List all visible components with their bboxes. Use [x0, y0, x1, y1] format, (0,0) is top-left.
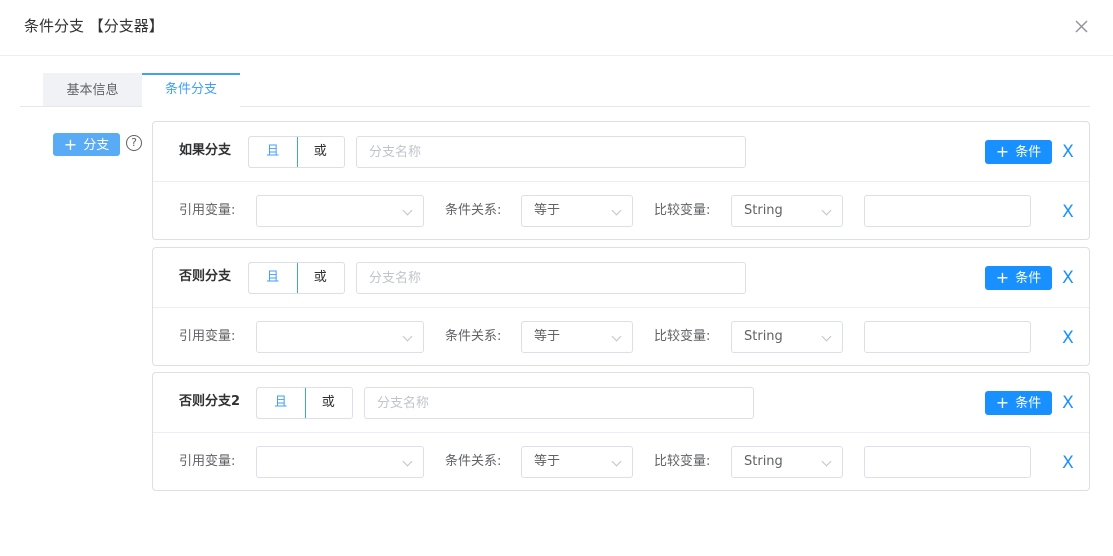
branch-card: 否则分支2 且 或 + 条件 X 引用变量: 条件关系: 等于 比较变量: Str…	[152, 372, 1090, 491]
compare-type-select[interactable]: String	[731, 195, 843, 227]
add-condition-label: 条件	[1015, 396, 1042, 411]
delete-branch-icon[interactable]: X	[1060, 394, 1076, 412]
logic-or-option[interactable]: 或	[297, 137, 345, 167]
logic-and-option[interactable]: 且	[249, 263, 298, 293]
compare-type-value: String	[744, 454, 783, 469]
tab-condition-branch[interactable]: 条件分支	[142, 73, 240, 107]
chevron-down-icon	[821, 456, 832, 467]
add-condition-label: 条件	[1015, 271, 1042, 286]
ref-var-select[interactable]	[256, 195, 424, 227]
divider	[153, 307, 1089, 308]
help-icon[interactable]: ?	[126, 135, 142, 151]
compare-type-select[interactable]: String	[731, 446, 843, 478]
ref-var-label: 引用变量:	[179, 454, 236, 469]
relation-select[interactable]: 等于	[521, 446, 633, 478]
logic-toggle: 且 或	[256, 387, 353, 419]
ref-var-select[interactable]	[256, 446, 424, 478]
logic-toggle: 且 或	[248, 136, 345, 168]
plus-icon: +	[995, 268, 1010, 287]
logic-and-option[interactable]: 且	[249, 137, 298, 167]
add-condition-label: 条件	[1015, 145, 1042, 160]
compare-value-input[interactable]	[864, 446, 1031, 478]
add-condition-button[interactable]: + 条件	[985, 391, 1052, 415]
relation-select[interactable]: 等于	[521, 195, 633, 227]
logic-or-option[interactable]: 或	[305, 388, 353, 418]
relation-value: 等于	[534, 203, 561, 218]
add-condition-button[interactable]: + 条件	[985, 140, 1052, 164]
chevron-down-icon	[611, 331, 622, 342]
chevron-down-icon	[821, 205, 832, 216]
dialog-title: 条件分支 【分支器】	[24, 17, 164, 35]
delete-condition-icon[interactable]: X	[1060, 203, 1076, 221]
compare-label: 比较变量:	[654, 203, 711, 218]
relation-label: 条件关系:	[445, 203, 502, 218]
chevron-down-icon	[402, 456, 413, 467]
branch-card: 如果分支 且 或 + 条件 X 引用变量: 条件关系: 等于 比较变量: Stri…	[152, 121, 1090, 240]
dialog-header: 条件分支 【分支器】	[0, 0, 1113, 56]
add-condition-button[interactable]: + 条件	[985, 266, 1052, 290]
branch-name-input[interactable]	[364, 387, 754, 419]
add-branch-button[interactable]: + 分支	[53, 133, 120, 156]
delete-branch-icon[interactable]: X	[1060, 269, 1076, 287]
plus-icon: +	[995, 393, 1010, 412]
delete-branch-icon[interactable]: X	[1060, 143, 1076, 161]
delete-condition-icon[interactable]: X	[1060, 454, 1076, 472]
relation-label: 条件关系:	[445, 329, 502, 344]
divider	[153, 181, 1089, 182]
ref-var-select[interactable]	[256, 321, 424, 353]
chevron-down-icon	[611, 205, 622, 216]
tab-bar: 基本信息 条件分支	[20, 73, 1090, 107]
chevron-down-icon	[611, 456, 622, 467]
delete-condition-icon[interactable]: X	[1060, 329, 1076, 347]
compare-label: 比较变量:	[654, 329, 711, 344]
close-icon[interactable]	[1072, 17, 1092, 37]
plus-icon: +	[63, 135, 78, 154]
ref-var-label: 引用变量:	[179, 203, 236, 218]
compare-type-value: String	[744, 329, 783, 344]
branch-name-label: 否则分支	[179, 269, 232, 284]
chevron-down-icon	[402, 331, 413, 342]
relation-label: 条件关系:	[445, 454, 502, 469]
relation-value: 等于	[534, 329, 561, 344]
relation-value: 等于	[534, 454, 561, 469]
add-branch-label: 分支	[83, 138, 110, 153]
compare-type-value: String	[744, 203, 783, 218]
branch-name-label: 否则分支2	[179, 394, 241, 409]
branch-card: 否则分支 且 或 + 条件 X 引用变量: 条件关系: 等于 比较变量: Stri…	[152, 247, 1090, 366]
chevron-down-icon	[402, 205, 413, 216]
ref-var-label: 引用变量:	[179, 329, 236, 344]
compare-value-input[interactable]	[864, 195, 1031, 227]
logic-or-option[interactable]: 或	[297, 263, 345, 293]
relation-select[interactable]: 等于	[521, 321, 633, 353]
chevron-down-icon	[821, 331, 832, 342]
compare-label: 比较变量:	[654, 454, 711, 469]
plus-icon: +	[995, 142, 1010, 161]
tab-basic-info[interactable]: 基本信息	[43, 73, 142, 106]
compare-type-select[interactable]: String	[731, 321, 843, 353]
branch-name-input[interactable]	[356, 262, 746, 294]
compare-value-input[interactable]	[864, 321, 1031, 353]
divider	[153, 432, 1089, 433]
logic-and-option[interactable]: 且	[257, 388, 306, 418]
logic-toggle: 且 或	[248, 262, 345, 294]
branch-name-label: 如果分支	[179, 143, 232, 158]
branch-name-input[interactable]	[356, 136, 746, 168]
